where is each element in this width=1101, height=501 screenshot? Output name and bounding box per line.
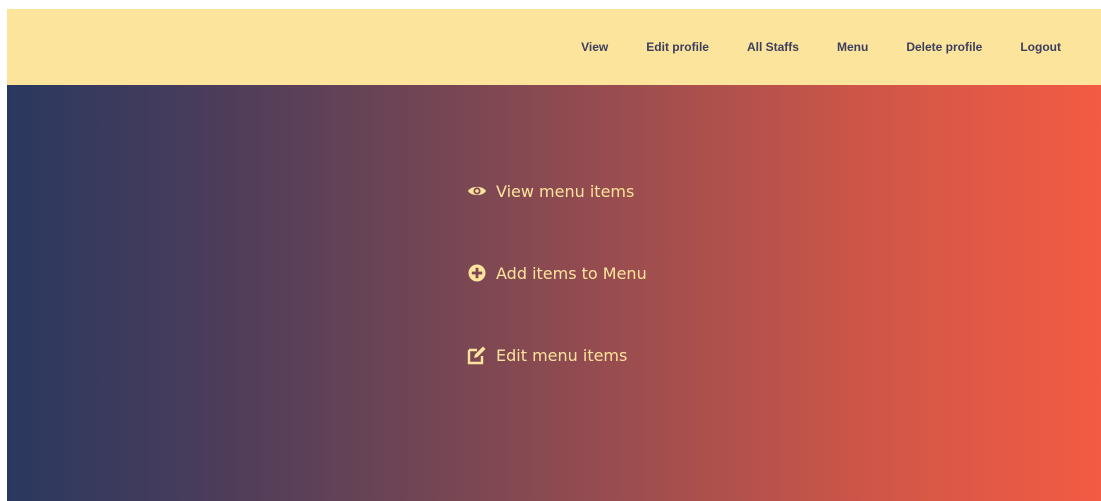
menu-actions-list: View menu items Add items to Menu Edit m… — [467, 177, 647, 423]
add-items-to-menu-label: Add items to Menu — [496, 263, 647, 283]
edit-menu-items-label: Edit menu items — [496, 345, 628, 365]
app-frame: View Edit profile All Staffs Menu Delete… — [7, 9, 1101, 501]
nav-links: View Edit profile All Staffs Menu Delete… — [581, 9, 1061, 85]
nav-link-menu[interactable]: Menu — [837, 40, 868, 54]
edit-icon — [467, 345, 487, 365]
nav-link-delete-profile[interactable]: Delete profile — [906, 40, 982, 54]
eye-icon — [467, 181, 487, 201]
view-menu-items-link[interactable]: View menu items — [467, 177, 647, 205]
nav-link-view[interactable]: View — [581, 40, 608, 54]
plus-circle-icon — [467, 263, 487, 283]
nav-link-all-staffs[interactable]: All Staffs — [747, 40, 799, 54]
top-navbar: View Edit profile All Staffs Menu Delete… — [7, 9, 1101, 85]
view-menu-items-label: View menu items — [496, 181, 635, 201]
nav-link-edit-profile[interactable]: Edit profile — [646, 40, 709, 54]
edit-menu-items-link[interactable]: Edit menu items — [467, 341, 647, 369]
nav-link-logout[interactable]: Logout — [1020, 40, 1061, 54]
add-items-to-menu-link[interactable]: Add items to Menu — [467, 259, 647, 287]
hero-section: View menu items Add items to Menu Edit m… — [7, 85, 1101, 501]
